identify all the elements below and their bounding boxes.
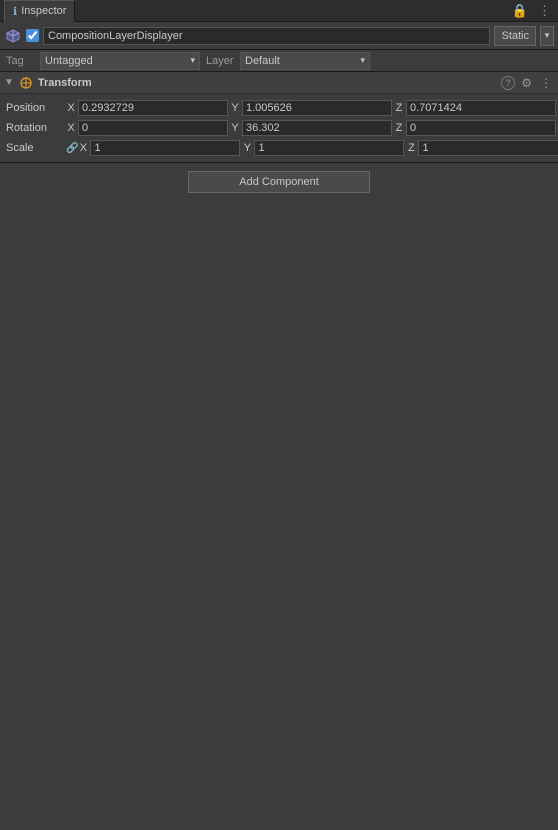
component-header: ▼ Transform ? ⚙ ⋮ [0,72,558,94]
transform-icon [18,75,34,91]
add-component-row: Add Component [0,163,558,201]
rotation-x-input[interactable] [78,120,228,136]
position-row: Position X Y Z [0,98,558,118]
position-x-field: X [66,100,228,116]
position-x-label: X [66,102,76,114]
transform-component: ▼ Transform ? ⚙ ⋮ Position X Y [0,72,558,163]
transform-title: Transform [38,77,497,89]
position-z-field: Z [394,100,556,116]
object-3d-icon [4,27,22,45]
inspector-tab[interactable]: ℹ Inspector [4,0,75,22]
rotation-z-label: Z [394,122,404,134]
component-menu-icon[interactable]: ⋮ [538,76,554,90]
position-z-label: Z [394,102,404,114]
tag-arrow: ▾ [190,55,195,66]
object-name-input[interactable] [43,27,490,45]
static-dropdown[interactable]: ▾ [540,26,554,46]
scale-row: Scale 🔗 X Y Z [0,138,558,158]
rotation-y-label: Y [230,122,240,134]
scale-z-input[interactable] [418,140,558,156]
layer-arrow: ▾ [360,55,365,66]
scale-lock-icon[interactable]: 🔗 [66,143,78,154]
scale-y-input[interactable] [254,140,404,156]
position-xyz: X Y Z [66,100,556,116]
scale-x-field: X [78,140,240,156]
rotation-xyz: X Y Z [66,120,556,136]
help-icon[interactable]: ? [501,76,515,90]
position-x-input[interactable] [78,100,228,116]
scale-z-label: Z [406,142,416,154]
rotation-z-input[interactable] [406,120,556,136]
transform-body: Position X Y Z Rotation [0,94,558,162]
tab-bar-right: 🔒 ⋮ [509,3,554,19]
settings-icon[interactable]: ⚙ [519,76,534,90]
tab-menu-icon[interactable]: ⋮ [535,3,554,19]
tag-label: Tag [6,55,34,67]
position-label: Position [6,102,66,114]
position-y-field: Y [230,100,392,116]
scale-y-label: Y [242,142,252,154]
rotation-y-field: Y [230,120,392,136]
static-button[interactable]: Static [494,26,536,46]
rotation-x-field: X [66,120,228,136]
scale-label: Scale [6,142,66,154]
scale-x-input[interactable] [90,140,240,156]
tab-bar: ℹ Inspector 🔒 ⋮ [0,0,558,22]
info-icon: ℹ [13,5,17,18]
object-header: Static ▾ [0,22,558,50]
position-z-input[interactable] [406,100,556,116]
rotation-y-input[interactable] [242,120,392,136]
rotation-row: Rotation X Y Z [0,118,558,138]
object-active-checkbox[interactable] [26,29,39,42]
rotation-x-label: X [66,122,76,134]
collapse-arrow[interactable]: ▼ [4,77,14,88]
tag-value: Untagged [45,55,93,67]
tag-layer-row: Tag Untagged ▾ Layer Default ▾ [0,50,558,72]
rotation-label: Rotation [6,122,66,134]
layer-dropdown[interactable]: Default ▾ [240,52,370,70]
inspector-tab-label: Inspector [21,5,66,17]
position-y-label: Y [230,102,240,114]
static-dropdown-arrow: ▾ [545,30,550,41]
scale-z-field: Z [406,140,558,156]
add-component-button[interactable]: Add Component [188,171,370,193]
scale-xyz: X Y Z [78,140,558,156]
rotation-z-field: Z [394,120,556,136]
scale-x-label: X [78,142,88,154]
layer-label: Layer [206,55,234,67]
lock-icon[interactable]: 🔒 [509,3,531,19]
position-y-input[interactable] [242,100,392,116]
scale-y-field: Y [242,140,404,156]
layer-value: Default [245,55,280,67]
tag-dropdown[interactable]: Untagged ▾ [40,52,200,70]
